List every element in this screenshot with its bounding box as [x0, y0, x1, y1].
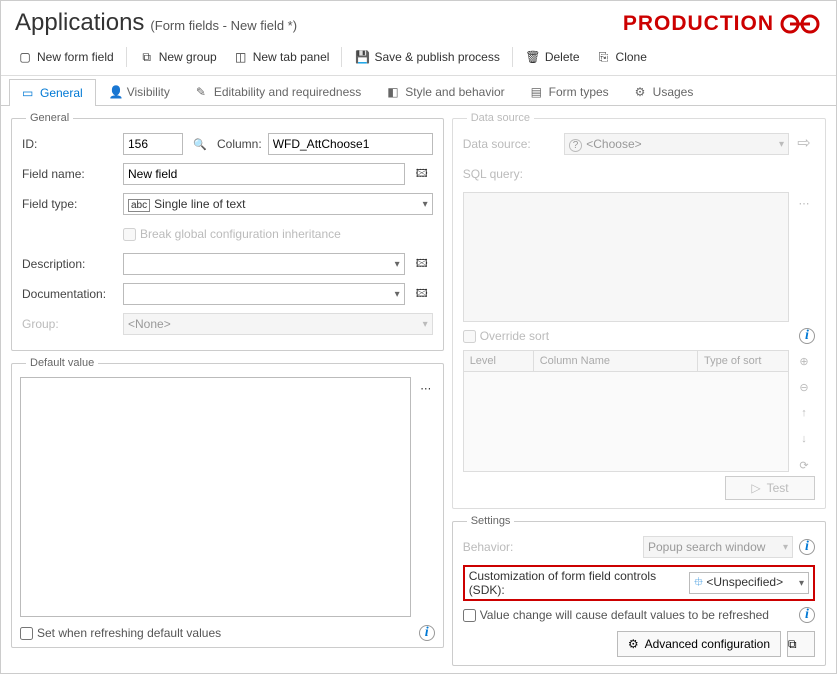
field-type-label: Field type: [22, 197, 117, 211]
test-button: ▷Test [725, 476, 815, 500]
group-icon: ⧉ [139, 49, 155, 65]
new-group-button[interactable]: ⧉New group [133, 45, 223, 69]
production-badge: PRODUCTION [623, 12, 822, 36]
save-icon: 💾 [354, 49, 370, 65]
behavior-label: Behavior: [463, 540, 637, 554]
data-source-label: Data source: [463, 137, 558, 151]
add-row-icon: ⊕ [793, 350, 815, 372]
breadcrumb: (Form fields - New field *) [150, 18, 297, 33]
behavior-select: Popup search window▾ [643, 536, 793, 558]
id-search-icon[interactable]: 🔍 [189, 133, 211, 155]
sort-table-header: Level Column Name Type of sort [463, 350, 789, 372]
default-info-icon[interactable]: i [419, 625, 435, 641]
translate-icon[interactable]: 🖾 [411, 163, 433, 185]
tab-panel-icon: ◫ [233, 49, 249, 65]
refresh-icon: ⟳ [793, 454, 815, 476]
tab-editability[interactable]: ✎Editability and requiredness [183, 78, 374, 105]
data-source-select: ?<Choose>▾ [564, 133, 789, 155]
column-label: Column: [217, 137, 262, 151]
general-icon: ▭ [22, 86, 36, 100]
sdk-select[interactable]: ⯐ <Unspecified>▾ [689, 572, 809, 594]
field-name-label: Field name: [22, 167, 117, 181]
delete-button[interactable]: 🗑Delete [519, 45, 586, 69]
default-value-legend: Default value [26, 357, 98, 369]
set-refresh-checkbox[interactable] [20, 627, 33, 640]
sql-label: SQL query: [463, 167, 558, 181]
tab-style[interactable]: ◧Style and behavior [374, 78, 517, 105]
chain-icon [778, 12, 822, 36]
move-down-icon: ↓ [793, 428, 815, 450]
puzzle-icon: ⯐ [694, 575, 703, 589]
general-fieldset: General ID: 🔍 Column: Field name: 🖾 Fiel… [11, 112, 444, 351]
trash-icon: 🗑 [525, 49, 541, 65]
default-value-expand-icon[interactable]: ⋯ [415, 377, 437, 399]
description-label: Description: [22, 257, 117, 271]
editability-icon: ✎ [196, 85, 210, 99]
default-value-fieldset: Default value ⋯ Set when refreshing defa… [11, 357, 444, 648]
break-inherit-label: Break global configuration inheritance [140, 227, 341, 241]
clone-button[interactable]: ⎘Clone [590, 45, 653, 69]
play-icon: ▷ [751, 481, 760, 495]
description-translate-icon[interactable]: 🖾 [411, 253, 433, 275]
id-label: ID: [22, 137, 117, 151]
value-change-checkbox[interactable] [463, 609, 476, 622]
form-field-icon: ▢ [17, 49, 33, 65]
visibility-icon: 👤 [109, 85, 123, 99]
sort-table-body [463, 372, 789, 472]
advanced-extra-button[interactable]: ⧉ [787, 631, 815, 657]
description-select[interactable]: ▾ [123, 253, 405, 275]
field-name-input[interactable] [123, 163, 405, 185]
documentation-label: Documentation: [22, 287, 117, 301]
documentation-translate-icon[interactable]: 🖾 [411, 283, 433, 305]
clone-icon: ⎘ [596, 49, 612, 65]
tab-usages[interactable]: ⚙Usages [622, 78, 707, 105]
new-form-field-button[interactable]: ▢New form field [11, 45, 120, 69]
override-sort-checkbox [463, 330, 476, 343]
general-legend: General [26, 112, 73, 124]
new-tab-panel-button[interactable]: ◫New tab panel [227, 45, 336, 69]
style-icon: ◧ [387, 85, 401, 99]
behavior-info-icon[interactable]: i [799, 539, 815, 555]
override-sort-label: Override sort [480, 329, 549, 343]
column-input[interactable] [268, 133, 433, 155]
goto-icon: ⇨ [793, 132, 815, 154]
config-icon: ⚙ [628, 637, 639, 651]
remove-row-icon: ⊖ [793, 376, 815, 398]
field-type-select[interactable]: abcSingle line of text▾ [123, 193, 433, 215]
sdk-row-highlight: Customization of form field controls (SD… [463, 565, 815, 601]
data-source-fieldset: Data source Data source: ?<Choose>▾ ⇨ SQ… [452, 112, 826, 509]
page-title: Applications [15, 9, 144, 37]
id-input[interactable] [123, 133, 183, 155]
data-source-legend: Data source [467, 112, 534, 124]
override-info-icon: i [799, 328, 815, 344]
documentation-select[interactable]: ▾ [123, 283, 405, 305]
settings-fieldset: Settings Behavior: Popup search window▾ … [452, 515, 826, 666]
break-inherit-checkbox [123, 228, 136, 241]
tab-visibility[interactable]: 👤Visibility [96, 78, 183, 105]
settings-legend: Settings [467, 515, 515, 527]
set-refresh-label: Set when refreshing default values [37, 626, 221, 640]
default-value-textarea[interactable] [20, 377, 411, 617]
tab-form-types[interactable]: ▤Form types [518, 78, 622, 105]
move-up-icon: ↑ [793, 402, 815, 424]
save-publish-button[interactable]: 💾Save & publish process [348, 45, 505, 69]
advanced-config-button[interactable]: ⚙Advanced configuration [617, 631, 781, 657]
sdk-label: Customization of form field controls (SD… [469, 569, 683, 597]
group-label: Group: [22, 317, 117, 331]
tab-general[interactable]: ▭General [9, 79, 96, 106]
sql-expand-icon: ⋯ [793, 192, 815, 214]
value-change-label: Value change will cause default values t… [480, 608, 769, 622]
sql-textarea [463, 192, 789, 322]
value-change-info-icon[interactable]: i [799, 607, 815, 623]
group-select: <None>▾ [123, 313, 433, 335]
usages-icon: ⚙ [635, 85, 649, 99]
form-types-icon: ▤ [531, 85, 545, 99]
